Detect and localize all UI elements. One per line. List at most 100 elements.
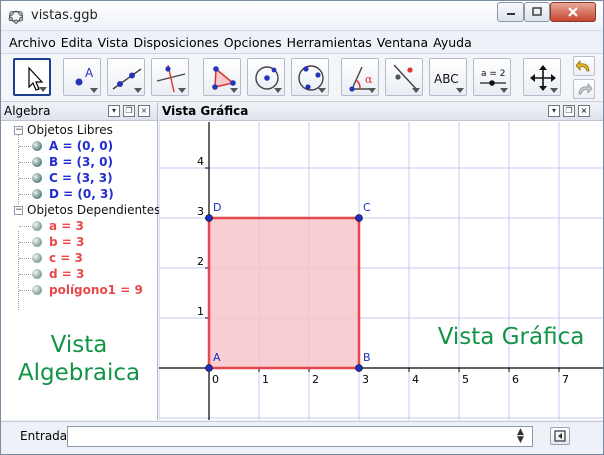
- visibility-toggle-icon[interactable]: [32, 221, 42, 231]
- maximize-button[interactable]: [524, 2, 550, 22]
- reflect-tool-button[interactable]: [385, 58, 423, 96]
- algebra-view-overlay-label: Vista Algebraica: [17, 332, 141, 386]
- title-bar: vistas.ggb: [1, 1, 603, 31]
- x-tick-label: 2: [312, 373, 319, 386]
- visibility-toggle-icon[interactable]: [32, 237, 42, 247]
- visibility-toggle-icon[interactable]: [32, 189, 42, 199]
- input-bar-field[interactable]: [67, 426, 533, 447]
- menu-vista[interactable]: Vista: [98, 35, 129, 50]
- list-item[interactable]: a = 3: [1, 218, 157, 234]
- algebra-view-undock-button[interactable]: ❐: [123, 105, 135, 117]
- visibility-toggle-icon[interactable]: [32, 269, 42, 279]
- list-item[interactable]: C = (3, 3): [1, 170, 157, 186]
- point-a: [205, 364, 213, 372]
- close-icon: [568, 7, 578, 17]
- x-tick-label: 3: [362, 373, 369, 386]
- point-c: [355, 214, 363, 222]
- text-tool-label: ABC: [434, 72, 459, 86]
- algebra-tree: − Objetos Libres A = (0, 0) B = (3, 0) C…: [1, 122, 161, 310]
- collapse-icon[interactable]: −: [14, 126, 23, 135]
- circle-three-points-tool-button[interactable]: [291, 58, 329, 96]
- visibility-toggle-icon[interactable]: [32, 285, 42, 295]
- point-b: [355, 364, 363, 372]
- x-tick-label: 4: [412, 373, 419, 386]
- graphics-view-close-button[interactable]: ×: [578, 105, 590, 117]
- x-tick-label: 6: [512, 373, 519, 386]
- graphics-view-header: Vista Gráfica ▾ ❐ ×: [159, 103, 603, 121]
- free-objects-group[interactable]: − Objetos Libres: [1, 122, 157, 138]
- minimize-icon: [506, 13, 515, 15]
- undo-button[interactable]: [573, 56, 595, 76]
- menu-disposiciones[interactable]: Disposiciones: [133, 35, 218, 50]
- x-tick-label: 5: [462, 373, 469, 386]
- dependent-objects-group[interactable]: − Objetos Dependientes: [1, 202, 161, 218]
- coordinate-plane[interactable]: 0 1 2 3 4 5 6 7 1 2 3 4 A B C D: [159, 103, 603, 420]
- list-item[interactable]: c = 3: [1, 250, 157, 266]
- dependent-objects-label: Objetos Dependientes: [27, 203, 161, 217]
- close-button[interactable]: [550, 2, 596, 22]
- list-item[interactable]: polígono1 = 9: [1, 282, 157, 298]
- list-item[interactable]: D = (0, 3): [1, 186, 157, 202]
- x-tick-label: 1: [262, 373, 269, 386]
- polygon-layer: [207, 216, 361, 370]
- algebra-view: Algebra ▾ ❐ × − Objetos Libres A = (0, 0…: [1, 103, 161, 420]
- point-d: [205, 214, 213, 222]
- toolbar: A α ABC a = 2: [1, 53, 603, 102]
- input-bar: Entrada: ▲ ▼: [1, 421, 603, 454]
- list-item[interactable]: B = (3, 0): [1, 154, 157, 170]
- window-title: vistas.ggb: [31, 8, 98, 23]
- point-tool-button[interactable]: A: [63, 58, 101, 96]
- algebra-view-menu-button[interactable]: ▾: [108, 105, 120, 117]
- point-label-a: A: [213, 351, 221, 364]
- algebra-view-close-button[interactable]: ×: [138, 105, 150, 117]
- geogebra-logo-icon: [8, 10, 24, 24]
- perpendicular-tool-button[interactable]: [151, 58, 189, 96]
- input-help-button[interactable]: [550, 427, 570, 445]
- angle-tool-label: α: [365, 73, 373, 86]
- graphics-view-undock-button[interactable]: ❐: [563, 105, 575, 117]
- algebra-view-title: Algebra: [4, 104, 51, 118]
- graphics-view-menu-button[interactable]: ▾: [548, 105, 560, 117]
- y-tick-label: 4: [197, 155, 204, 168]
- point-label-d: D: [213, 201, 221, 214]
- undo-icon: [575, 59, 590, 72]
- menu-herramientas[interactable]: Herramientas: [287, 35, 372, 50]
- menu-opciones[interactable]: Opciones: [224, 35, 282, 50]
- minimize-button[interactable]: [497, 2, 524, 22]
- menu-ayuda[interactable]: Ayuda: [433, 35, 472, 50]
- line-tool-button[interactable]: [107, 58, 145, 96]
- visibility-toggle-icon[interactable]: [32, 253, 42, 263]
- input-history-arrows-icon[interactable]: ▲ ▼: [517, 428, 524, 445]
- list-item[interactable]: b = 3: [1, 234, 157, 250]
- list-item[interactable]: A = (0, 0): [1, 138, 157, 154]
- redo-button[interactable]: [573, 79, 595, 99]
- menu-archivo[interactable]: Archivo: [9, 35, 56, 50]
- visibility-toggle-icon[interactable]: [32, 157, 42, 167]
- y-tick-label: 1: [197, 305, 204, 318]
- graphics-view-overlay-label: Vista Gráfica: [437, 324, 585, 350]
- move-tool-button[interactable]: [13, 58, 51, 96]
- angle-tool-button[interactable]: α: [341, 58, 379, 96]
- redo-icon: [578, 82, 593, 95]
- slider-tool-button[interactable]: a = 2: [473, 58, 511, 96]
- maximize-icon: [532, 7, 542, 16]
- help-triangle-icon: [554, 430, 566, 442]
- polygon-tool-button[interactable]: [203, 58, 241, 96]
- collapse-icon[interactable]: −: [14, 206, 23, 215]
- visibility-toggle-icon[interactable]: [32, 141, 42, 151]
- x-tick-label: 0: [212, 373, 219, 386]
- text-tool-button[interactable]: ABC: [429, 58, 467, 96]
- visibility-toggle-icon[interactable]: [32, 173, 42, 183]
- menu-edita[interactable]: Edita: [61, 35, 93, 50]
- graphics-view[interactable]: Vista Gráfica ▾ ❐ × 0 1 2 3 4 5 6 7 1 2 3 4 A B C D Vi…: [159, 103, 603, 420]
- menu-bar: Archivo Edita Vista Disposiciones Opcion…: [1, 32, 603, 52]
- move-view-tool-button[interactable]: [523, 58, 561, 96]
- graphics-view-title: Vista Gráfica: [162, 104, 249, 118]
- point-tool-label: A: [85, 66, 94, 80]
- point-label-c: C: [363, 201, 371, 214]
- y-tick-label: 3: [197, 205, 204, 218]
- app-window: vistas.ggb Archivo Edita Vista Disposici…: [0, 0, 604, 455]
- circle-center-tool-button[interactable]: [247, 58, 285, 96]
- menu-ventana[interactable]: Ventana: [377, 35, 428, 50]
- list-item[interactable]: d = 3: [1, 266, 157, 282]
